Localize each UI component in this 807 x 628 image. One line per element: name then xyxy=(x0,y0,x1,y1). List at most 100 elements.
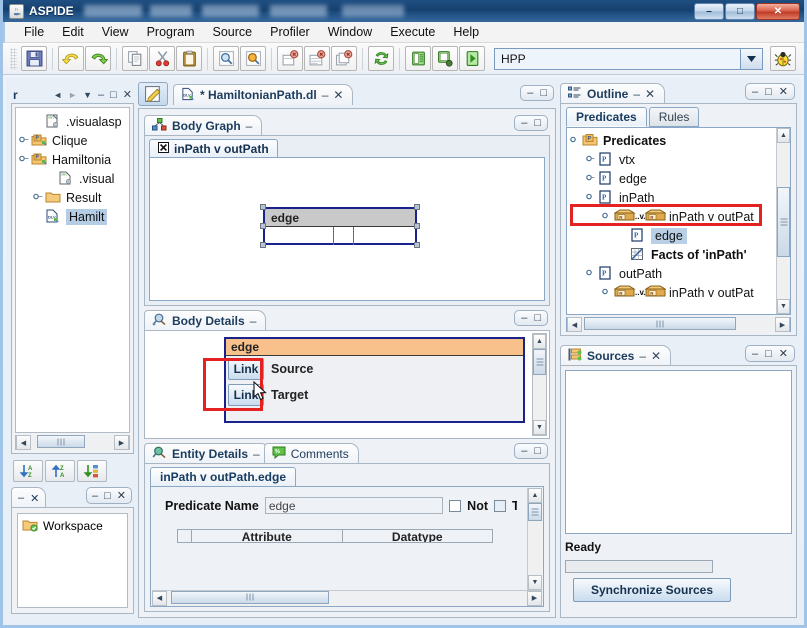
resize-handle-nw[interactable] xyxy=(260,204,266,210)
tree-collapse-handle[interactable] xyxy=(585,192,598,204)
sources-list[interactable] xyxy=(565,370,792,534)
scroll-thumb[interactable] xyxy=(528,503,542,521)
outline-item-edge[interactable]: P edge xyxy=(569,169,788,188)
project-explorer-tab-label[interactable]: r xyxy=(11,88,19,104)
tree-collapse-handle[interactable] xyxy=(18,154,31,166)
debug-bug-icon[interactable] xyxy=(770,46,796,71)
run-icon[interactable] xyxy=(459,46,485,71)
scroll-left-button[interactable]: ◀ xyxy=(567,317,582,332)
synchronize-sources-button[interactable]: Synchronize Sources xyxy=(573,578,731,602)
scroll-thumb[interactable] xyxy=(37,435,85,448)
link-source-button[interactable]: Link xyxy=(228,358,264,380)
scroll-thumb[interactable] xyxy=(171,590,329,604)
outline-item-predicates[interactable]: P Predicates xyxy=(569,131,788,150)
menu-execute[interactable]: Execute xyxy=(381,23,444,41)
scroll-left-button[interactable]: ◀ xyxy=(16,435,31,450)
tree-close-button[interactable]: ✕ xyxy=(123,88,132,101)
tree-collapse-handle[interactable] xyxy=(601,287,614,299)
tree-item-hamiltonian[interactable]: P Hamiltonia xyxy=(18,150,127,169)
add-fact-icon[interactable] xyxy=(277,46,303,71)
scroll-track[interactable] xyxy=(31,435,114,450)
tree-horizontal-scrollbar[interactable]: ◀ ▶ xyxy=(15,435,130,450)
resize-handle-sw[interactable] xyxy=(260,242,266,248)
scroll-track[interactable] xyxy=(582,317,775,332)
workspace-win-minimize[interactable]: – xyxy=(92,490,98,502)
workspace-close-button[interactable]: ✕ xyxy=(30,492,39,505)
scroll-right-button[interactable]: ▶ xyxy=(775,317,790,332)
entity-details-minimize[interactable]: – xyxy=(253,447,260,461)
tree-forward-button[interactable]: ► xyxy=(68,90,77,100)
editor-tab-minimize[interactable]: – xyxy=(322,88,329,102)
workspace-minimize-button[interactable]: – xyxy=(18,492,24,504)
pencil-edit-icon[interactable] xyxy=(138,82,168,106)
run-with-options-icon[interactable] xyxy=(432,46,458,71)
resize-handle-e[interactable] xyxy=(414,223,420,229)
outline-win-minimize[interactable]: – xyxy=(752,86,758,98)
outline-tab[interactable]: Outline – ✕ xyxy=(560,83,666,104)
tree-collapse-handle[interactable] xyxy=(569,135,582,147)
save-icon[interactable] xyxy=(21,46,47,71)
tree-item-hamiltonianpath-file[interactable]: DLV Hamilt xyxy=(18,207,127,226)
predicate-name-input[interactable]: edge xyxy=(264,497,444,514)
window-maximize-button[interactable]: □ xyxy=(725,2,755,20)
table-header-datatype[interactable]: Datatype xyxy=(343,530,493,542)
outline-win-close[interactable]: ✕ xyxy=(779,85,788,98)
editor-win-minimize[interactable]: – xyxy=(527,87,533,99)
entity-details-horizontal-scrollbar[interactable]: ◀ ▶ xyxy=(152,590,542,606)
details-entity-box[interactable]: edge Link Source Link Target xyxy=(224,337,525,423)
extra-checkbox[interactable] xyxy=(494,499,506,512)
body-details-tab[interactable]: Body Details – xyxy=(144,310,267,331)
tree-item-visualasp[interactable]: xml .visualasp xyxy=(18,112,127,131)
scroll-up-button[interactable]: ▲ xyxy=(777,128,790,143)
tree-expand-handle[interactable] xyxy=(585,173,598,185)
window-minimize-button[interactable]: – xyxy=(694,2,724,20)
run-configuration-combo[interactable]: HPP xyxy=(494,47,763,70)
outline-item-rule-outpath[interactable]: R ..v.. R inPath v outPat xyxy=(569,283,788,302)
body-details-vertical-scrollbar[interactable]: ▲ ▼ xyxy=(532,333,547,436)
scroll-down-button[interactable]: ▼ xyxy=(777,299,790,314)
scroll-right-button[interactable]: ▶ xyxy=(114,435,129,450)
undo-icon[interactable] xyxy=(58,46,84,71)
menu-file[interactable]: File xyxy=(15,23,53,41)
editor-win-maximize[interactable]: □ xyxy=(540,87,547,99)
tree-collapse-handle[interactable] xyxy=(585,268,598,280)
scroll-up-button[interactable]: ▲ xyxy=(533,334,546,349)
body-details-win-maximize[interactable]: □ xyxy=(534,312,541,324)
workspace-item[interactable]: Workspace xyxy=(18,514,127,533)
sources-win-maximize[interactable]: □ xyxy=(765,348,772,360)
outline-item-edge-selected[interactable]: P edge xyxy=(569,226,788,245)
scroll-down-button[interactable]: ▼ xyxy=(528,575,542,590)
body-graph-tab[interactable]: Body Graph – xyxy=(144,115,263,136)
resize-handle-w[interactable] xyxy=(260,223,266,229)
find-replace-icon[interactable] xyxy=(240,46,266,71)
outline-item-rule-inpath[interactable]: R ..v.. R inPath v outPat xyxy=(569,207,788,226)
toolbar-grip[interactable] xyxy=(10,47,17,70)
outline-tree-vertical-scrollbar[interactable]: ▲ ▼ xyxy=(776,128,790,314)
editor-tab-close[interactable]: ✕ xyxy=(333,88,343,102)
body-graph-win-minimize[interactable]: – xyxy=(521,117,527,129)
find-icon[interactable] xyxy=(213,46,239,71)
sort-ascending-icon[interactable]: A Z xyxy=(13,460,43,482)
scroll-right-button[interactable]: ▶ xyxy=(527,590,542,606)
scroll-down-button[interactable]: ▼ xyxy=(533,420,546,435)
menu-source[interactable]: Source xyxy=(204,23,262,41)
sources-win-minimize[interactable]: – xyxy=(752,348,758,360)
scroll-thumb[interactable] xyxy=(584,317,736,330)
menu-edit[interactable]: Edit xyxy=(53,23,93,41)
link-target-button[interactable]: Link xyxy=(228,384,264,406)
sort-descending-icon[interactable]: Z A xyxy=(45,460,75,482)
sort-by-type-icon[interactable] xyxy=(77,460,107,482)
entity-details-win-minimize[interactable]: – xyxy=(521,445,527,457)
tree-expand-handle[interactable] xyxy=(32,192,45,204)
body-graph-canvas[interactable]: edge xyxy=(149,157,545,301)
sources-minimize[interactable]: – xyxy=(639,349,646,363)
chevron-down-icon[interactable] xyxy=(740,48,762,69)
outline-item-inpath[interactable]: P inPath xyxy=(569,188,788,207)
tree-item-clique[interactable]: P Clique xyxy=(18,131,127,150)
tree-back-button[interactable]: ◄ xyxy=(53,90,62,100)
tree-maximize-button[interactable]: □ xyxy=(110,89,117,101)
body-details-win-minimize[interactable]: – xyxy=(521,312,527,324)
tree-expand-handle[interactable] xyxy=(585,154,598,166)
project-tree[interactable]: xml .visualasp P Clique P Hamiltonia xml… xyxy=(15,107,130,433)
graph-node-edge[interactable]: edge xyxy=(260,204,420,248)
